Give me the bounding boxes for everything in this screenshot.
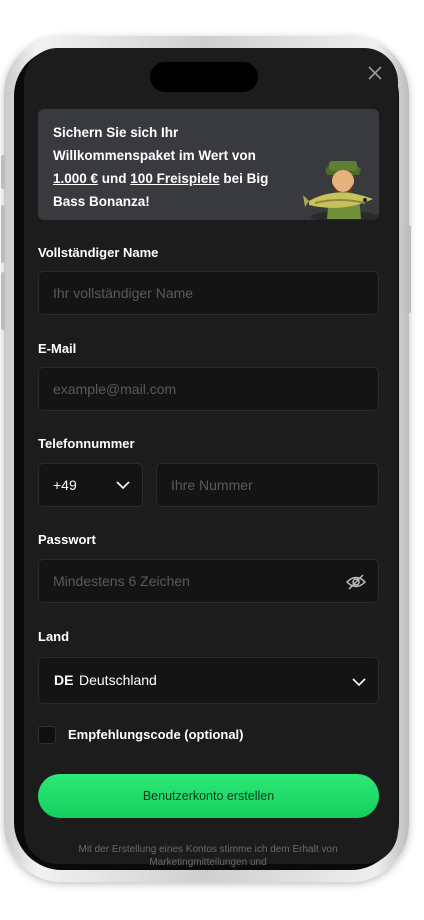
- banner-line-2: Willkommenspaket im Wert von: [53, 148, 256, 163]
- banner-text: Sichern Sie sich Ihr Willkommenspaket im…: [53, 121, 293, 213]
- welcome-banner: Sichern Sie sich Ihr Willkommenspaket im…: [38, 109, 379, 220]
- banner-line-1: Sichern Sie sich Ihr: [53, 125, 179, 140]
- banner-line-4: Bass Bonanza!: [53, 194, 150, 209]
- country-code: DE: [54, 672, 74, 688]
- create-account-button[interactable]: Benutzerkonto erstellen: [38, 774, 379, 818]
- email-field-wrapper: [38, 367, 379, 411]
- banner-amount: 1.000 €: [53, 171, 99, 186]
- phone-side-button: [407, 225, 411, 313]
- dynamic-island: [150, 62, 258, 92]
- country-label: Land: [38, 629, 70, 644]
- email-label: E-Mail: [38, 341, 77, 356]
- banner-spins: 100 Freispiele: [130, 171, 220, 186]
- phone-prefix-select[interactable]: +49: [38, 463, 143, 507]
- phone-number-wrapper: [156, 463, 379, 507]
- marketing-disclaimer: Mit der Erstellung eines Kontos stimme i…: [78, 844, 338, 868]
- banner-and: und: [98, 171, 131, 186]
- fisherman-mascot-icon: [303, 161, 379, 220]
- email-input[interactable]: [39, 368, 378, 410]
- phone-side-button: [1, 155, 5, 189]
- country-name: Deutschland: [79, 672, 157, 688]
- phone-label: Telefonnummer: [38, 436, 135, 451]
- phone-prefix-value: +49: [53, 477, 77, 493]
- chevron-down-icon: [352, 678, 366, 687]
- phone-side-button: [1, 272, 5, 330]
- referral-label: Empfehlungscode (optional): [68, 727, 244, 742]
- country-select[interactable]: DE Deutschland: [38, 657, 379, 704]
- name-label: Vollständiger Name: [38, 245, 159, 260]
- banner-line-3-tail: bei Big: [219, 171, 269, 186]
- full-name-input[interactable]: [39, 272, 378, 314]
- eye-off-icon[interactable]: [346, 573, 366, 591]
- password-input[interactable]: [39, 560, 378, 602]
- referral-checkbox[interactable]: [38, 726, 56, 744]
- name-field-wrapper: [38, 271, 379, 315]
- phone-number-input[interactable]: [157, 464, 378, 506]
- close-icon: [368, 66, 382, 80]
- chevron-down-icon: [116, 481, 130, 490]
- password-field-wrapper: [38, 559, 379, 603]
- close-button[interactable]: [364, 62, 386, 84]
- password-label: Passwort: [38, 532, 96, 547]
- phone-side-button: [1, 205, 5, 263]
